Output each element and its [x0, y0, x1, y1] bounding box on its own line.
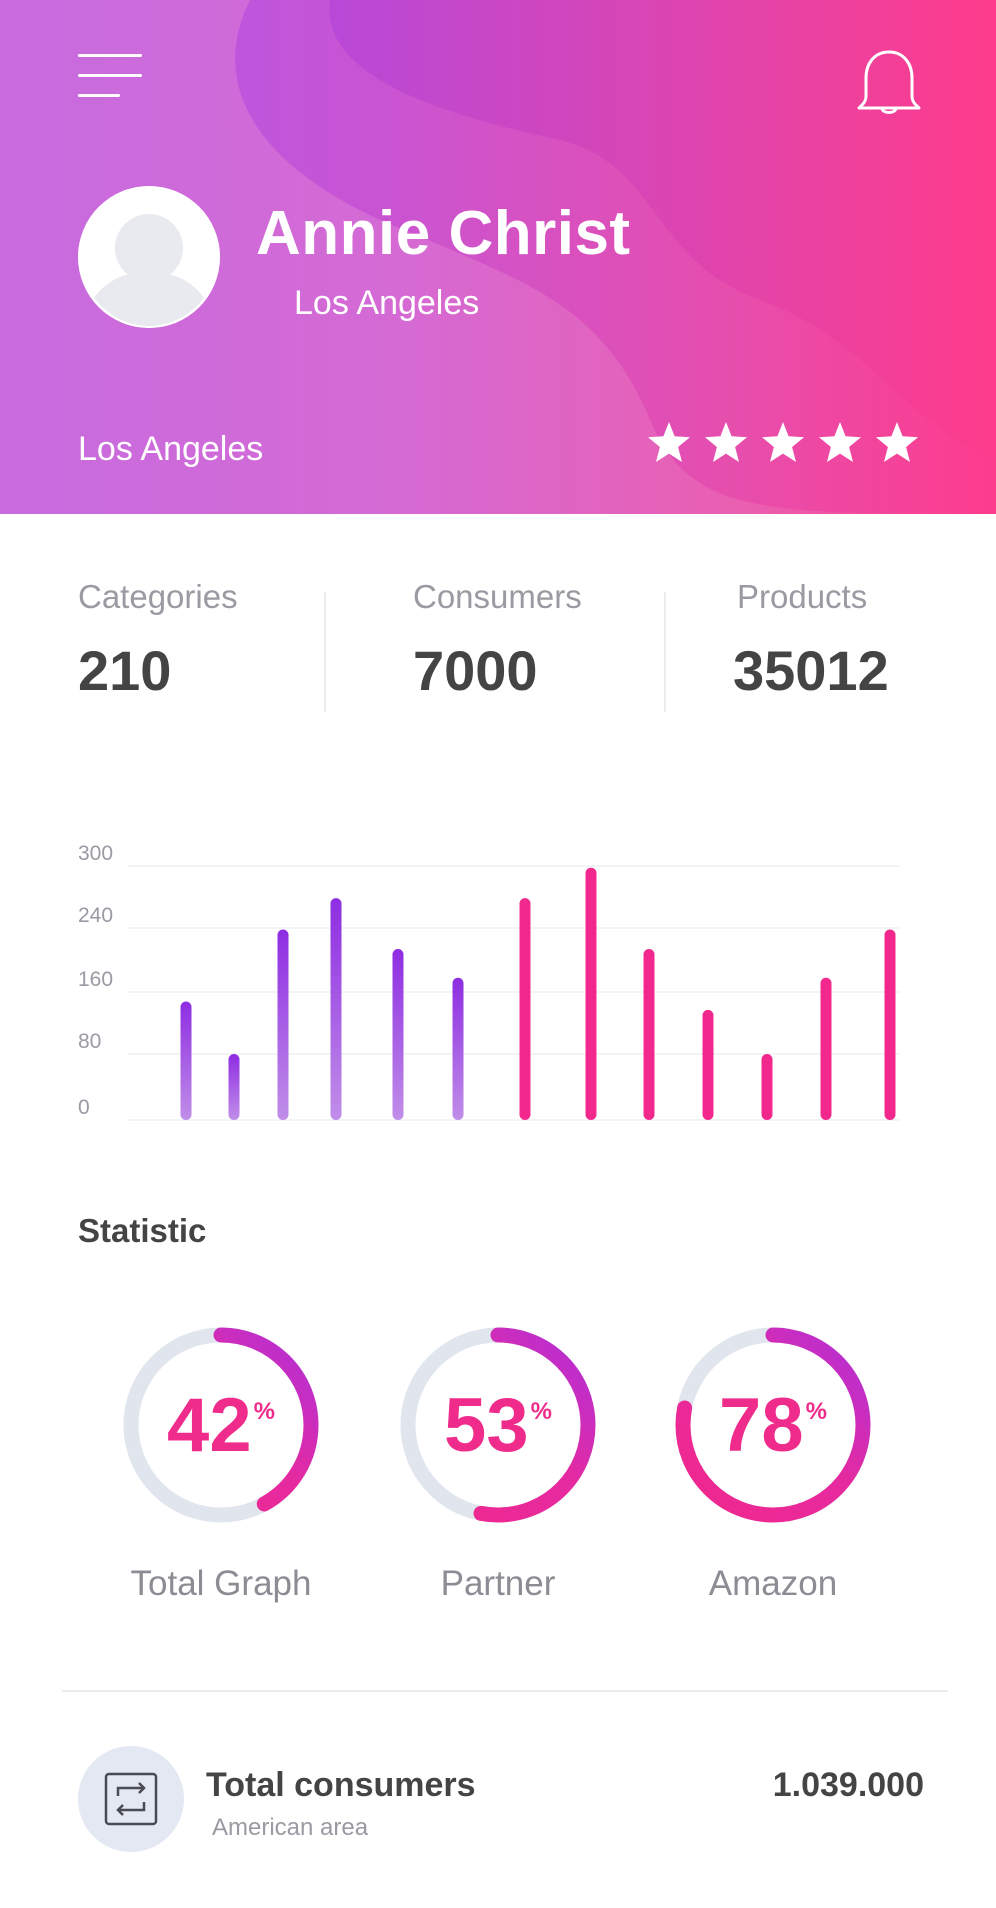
rating-stars — [646, 420, 920, 466]
y-tick-label: 0 — [78, 1096, 90, 1119]
ring-value: 53% — [444, 1382, 552, 1468]
total-consumers-subtitle: American area — [212, 1814, 369, 1841]
star-icon — [762, 422, 804, 462]
stat-label: Categories — [78, 578, 238, 615]
star-icon — [819, 422, 861, 462]
chart-bar — [643, 948, 655, 1120]
stat-divider — [324, 592, 326, 712]
star-icon — [705, 422, 747, 462]
bar-chart: 300 240 160 80 0 — [78, 842, 900, 1121]
stat-label: Consumers — [413, 578, 582, 615]
stat-consumers: Consumers 7000 — [413, 578, 582, 703]
chart-bar — [330, 898, 342, 1120]
chart-bar — [761, 1053, 773, 1120]
chart-bar — [452, 977, 464, 1120]
progress-ring-partner: 53% — [393, 1320, 603, 1530]
user-placeholder-icon — [78, 186, 220, 328]
star-icon — [876, 422, 918, 462]
y-tick-label: 160 — [78, 968, 113, 991]
section-divider — [62, 1690, 948, 1692]
ring-value: 78% — [719, 1382, 827, 1468]
ring-label: Total Graph — [130, 1564, 312, 1603]
stat-categories: Categories 210 — [78, 578, 238, 703]
chart-bar — [702, 1009, 714, 1120]
y-tick-label: 300 — [78, 842, 113, 865]
chart-bar — [884, 929, 896, 1120]
chart-bar — [277, 929, 289, 1120]
star-icon — [648, 422, 690, 462]
chart-bar — [392, 948, 404, 1120]
user-name: Annie Christ — [256, 199, 631, 268]
ring-label: Amazon — [708, 1564, 838, 1603]
chart-bar — [820, 977, 832, 1120]
profile-header: Annie Christ Los Angeles Los Angeles — [0, 0, 996, 514]
transfer-icon[interactable] — [78, 1746, 184, 1852]
statistic-title: Statistic — [78, 1212, 207, 1249]
chart-bar — [585, 867, 597, 1120]
stat-value: 210 — [78, 639, 172, 702]
stat-value: 7000 — [413, 639, 538, 702]
y-tick-label: 80 — [78, 1030, 101, 1053]
chart-bar — [228, 1053, 240, 1120]
bell-icon[interactable] — [856, 48, 922, 118]
stat-label: Products — [737, 578, 868, 615]
chart-bar — [180, 1001, 192, 1120]
stats-row: Categories 210 Consumers 7000 Products 3… — [0, 578, 996, 718]
ring-label: Partner — [440, 1564, 556, 1603]
stat-value: 35012 — [733, 639, 889, 702]
stat-divider — [664, 592, 666, 712]
avatar[interactable] — [78, 186, 220, 328]
progress-ring-total-graph: 42% — [116, 1320, 326, 1530]
total-consumers-value: 1.039.000 — [772, 1766, 924, 1804]
stat-products: Products 35012 — [733, 578, 889, 703]
y-tick-label: 240 — [78, 904, 113, 927]
total-consumers-title: Total consumers — [206, 1766, 476, 1804]
progress-ring-amazon: 78% — [668, 1320, 878, 1530]
chart-bar — [519, 898, 531, 1120]
user-city: Los Angeles — [294, 284, 480, 322]
location-label: Los Angeles — [78, 430, 264, 468]
ring-value: 42% — [167, 1382, 275, 1468]
hamburger-menu-icon[interactable] — [78, 54, 144, 100]
